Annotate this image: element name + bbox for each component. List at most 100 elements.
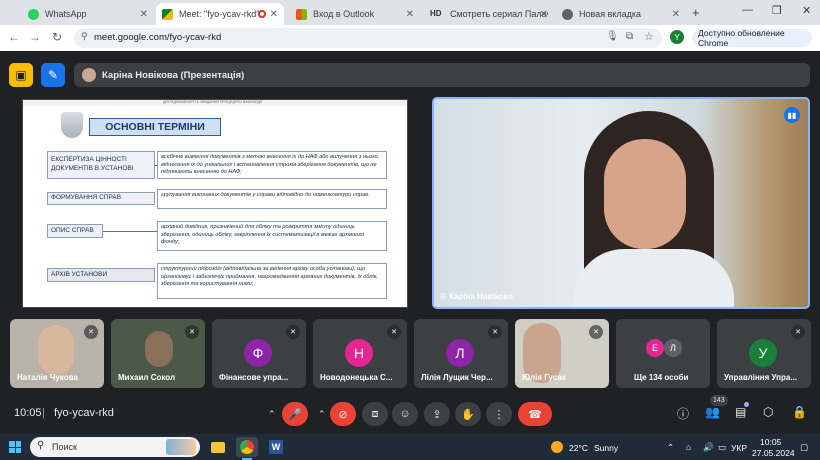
tray-chevron-icon[interactable]: ⌃ [667,442,674,453]
taskbar-search[interactable]: ⚲ Поиск [30,437,200,457]
participant-name: Ще 134 особи [634,373,689,382]
address-bar[interactable]: ⚲ meet.google.com/fyo-ycav-rkd 🎙 ⧉ ☆ [74,28,662,48]
emoji-icon: ☺ [399,408,411,420]
participant-name: Михаил Сокол [118,373,176,382]
definition-inventory: архівний довідник, призначений для облік… [157,221,387,251]
hang-up-icon: ☎ [528,408,542,421]
bookmark-star-icon[interactable]: ☆ [644,30,654,43]
close-icon[interactable]: ✕ [406,9,414,20]
chrome-icon[interactable] [236,437,258,457]
captions-icon: ⧈ [371,407,379,420]
chevron-up-icon[interactable]: ⌃ [268,409,276,420]
chevron-up-icon[interactable]: ⌃ [318,409,326,420]
mic-off-icon: ✕ [791,325,805,339]
camera-off-icon: ⊘ [338,408,348,421]
avatar: Н [345,339,373,367]
translate-icon[interactable]: ⧉ [626,31,633,42]
emoji-button[interactable]: ☺ [392,402,418,426]
speaker-icon[interactable]: 🔊 [703,442,714,453]
battery-icon[interactable]: ▭ [718,442,726,453]
present-button[interactable]: ⇪ [424,402,450,426]
participant-tile[interactable]: Л ✕ Лілія Лущик Чер... [414,319,508,388]
close-icon[interactable]: ✕ [672,9,680,20]
close-icon[interactable]: ✕ [540,9,548,20]
forward-button[interactable]: → [27,30,43,44]
pin-icon: ✇ [440,292,449,301]
more-options-button[interactable]: ⋮ [486,402,512,426]
word-icon[interactable]: W [265,437,287,457]
hand-icon: ✋ [461,408,475,421]
camera-name-text: Каріна Новікова [448,292,513,301]
participant-tile[interactable]: У ✕ Управління Упра... [717,319,811,388]
site-info-icon[interactable]: ⚲ [81,31,88,42]
separator: | [42,407,45,419]
tab-new[interactable]: Новая вкладка ✕ [556,3,686,25]
weather-sun-icon[interactable] [551,441,563,453]
term-archive: АРХІВ УСТАНОВИ [47,268,155,282]
tab-whatsapp[interactable]: WhatsApp ✕ [22,3,154,25]
back-button[interactable]: ← [6,30,22,44]
captions-button[interactable]: ⧈ [362,402,388,426]
new-tab-button[interactable]: + [692,5,700,20]
host-controls-icon[interactable]: 🔒 [792,405,807,419]
file-explorer-icon[interactable] [207,437,229,457]
camera-toggle-button[interactable]: ⊘ [330,402,356,426]
tab-label: Meet: "fyo-ycav-rkd" [179,9,260,19]
tab-label: Смотреть сериал Палач / Ка [450,9,548,19]
windows-start-icon[interactable] [9,441,21,453]
tab-serial[interactable]: HD Смотреть сериал Палач / Ка ✕ [424,3,554,25]
activities-icon[interactable]: ⬡ [763,405,773,419]
weather-temp[interactable]: 22°C [569,443,588,453]
participant-tile[interactable]: ✕ Михаил Сокол [111,319,205,388]
reload-button[interactable]: ↻ [49,30,65,44]
meeting-code: fyo-ycav-rkd [54,407,114,419]
participant-tile[interactable]: Ф ✕ Фінансове упра... [212,319,306,388]
close-icon[interactable]: ✕ [140,9,148,20]
raise-hand-button[interactable]: ✋ [455,402,481,426]
leave-call-button[interactable]: ☎ [518,402,552,426]
pen-icon[interactable]: ✎ [41,63,65,87]
mic-off-icon: ✕ [387,325,401,339]
slide-title: ОСНОВНІ ТЕРМІНИ [89,118,221,136]
network-icon[interactable]: ⌂ [686,442,691,452]
weather-desc[interactable]: Sunny [594,443,618,453]
clock-date[interactable]: 27.05.2024 [752,448,795,458]
address-toolbar: ← → ↻ ⚲ meet.google.com/fyo-ycav-rkd 🎙 ⧉… [0,25,820,51]
maximize-button[interactable]: ❐ [772,4,782,17]
clock-time[interactable]: 10:05 [760,437,781,447]
close-icon[interactable]: ✕ [270,9,278,20]
slide-header: ДІЯ ПІДЛИШЕННЯ ТА ЗАВДАННЯ ПРОЦЕДУРИ ВЗА… [163,100,262,104]
chat-icon[interactable]: ▤ [735,405,746,419]
participant-name: Наталія Чукова [17,373,78,382]
mic-toggle-button[interactable]: 🎤 [282,402,308,426]
language-indicator[interactable]: УКР [731,443,747,453]
hd-icon: HD [430,8,442,18]
people-icon[interactable]: 👥 [705,405,720,419]
present-stop-icon[interactable]: ▣ [9,63,33,87]
participant-tile[interactable]: ✕ Наталія Чукова [10,319,104,388]
profile-avatar[interactable]: Y [670,30,684,44]
info-icon[interactable]: ⓘ [677,405,689,422]
definition-forming: групування виконаних документів у справи… [157,189,387,209]
avatar: Е [646,339,664,357]
mic-icon[interactable]: 🎙 [606,31,619,42]
tab-meet[interactable]: Meet: "fyo-ycav-rkd" ✕ [156,3,284,25]
camera-name: ✇ Каріна Новікова [440,292,513,301]
notifications-icon[interactable]: ▢ [800,442,808,453]
definition-archive: структурний підрозділ (відповідальна за … [157,263,387,299]
participant-tile[interactable]: ✕ Юлія Гусак [515,319,609,388]
definition-expertise: всебічне вивчення документів з метою вне… [157,151,387,179]
participant-tile[interactable]: Н ✕ Новодонецька С... [313,319,407,388]
mic-off-icon: ✕ [589,325,603,339]
more-participants-tile[interactable]: Е Л Ще 134 особи [616,319,710,388]
avatar: Л [446,339,474,367]
tab-outlook[interactable]: Вход в Outlook ✕ [290,3,420,25]
presenter-camera-tile[interactable]: ▮▮ ✇ Каріна Новікова [432,97,810,309]
search-highlight-icon [166,439,196,455]
close-window-button[interactable]: ✕ [802,4,811,17]
chrome-update-button[interactable]: Доступно обновление Chrome [692,28,812,48]
microsoft-icon [296,8,307,20]
minimize-button[interactable]: — [742,4,753,16]
chrome-icon [562,8,573,20]
avatar: Ф [244,339,272,367]
